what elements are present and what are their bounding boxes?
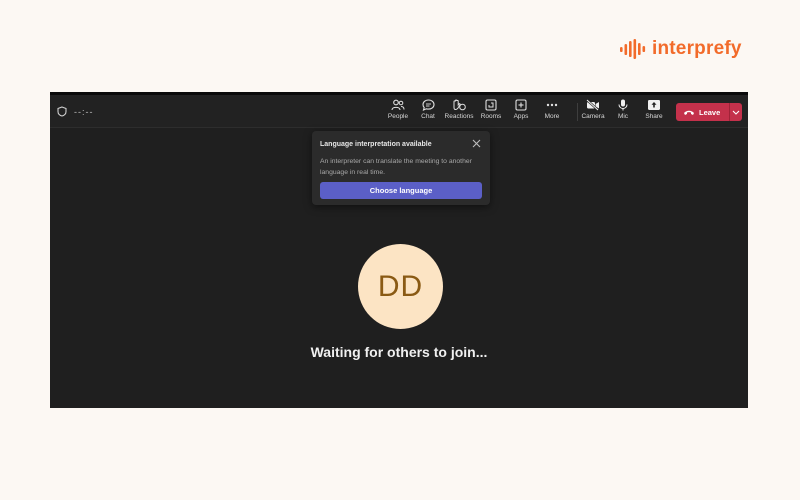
chat-button[interactable]: Chat <box>413 99 443 125</box>
share-icon <box>648 100 660 110</box>
mic-button[interactable]: Mic <box>608 99 638 125</box>
share-label: Share <box>645 113 663 120</box>
popup-description: An interpreter can translate the meeting… <box>320 158 472 176</box>
apps-icon <box>515 99 527 111</box>
avatar: DD <box>358 244 443 329</box>
reactions-button[interactable]: Reactions <box>444 99 474 125</box>
avatar-initials: DD <box>377 269 424 303</box>
language-interpretation-popup: Language interpretation available An int… <box>312 131 490 205</box>
chat-icon <box>421 99 435 111</box>
brand-logo: interprefy <box>620 38 742 60</box>
more-button[interactable]: More <box>537 99 567 125</box>
waiting-status: Waiting for others to join... <box>310 344 488 360</box>
meeting-toolbar: --:-- People Chat Reactions Rooms Apps M… <box>50 95 748 128</box>
popup-title: Language interpretation available <box>320 141 432 148</box>
choose-language-button[interactable]: Choose language <box>320 182 482 199</box>
camera-label: Camera <box>581 113 605 120</box>
leave-main[interactable]: Leave <box>676 103 729 121</box>
phone-hangup-icon <box>684 110 694 115</box>
interprefy-logo-icon <box>620 39 646 59</box>
apps-button[interactable]: Apps <box>506 99 536 125</box>
rooms-icon <box>485 99 497 111</box>
reactions-icon <box>453 99 466 111</box>
more-icon <box>546 103 558 107</box>
rooms-button[interactable]: Rooms <box>476 99 506 125</box>
apps-label: Apps <box>513 113 529 120</box>
chat-label: Chat <box>421 113 435 120</box>
brand-name: interprefy <box>652 38 742 59</box>
meeting-window: --:-- People Chat Reactions Rooms Apps M… <box>50 92 748 408</box>
mic-icon <box>618 99 628 111</box>
share-button[interactable]: Share <box>639 99 669 125</box>
chevron-down-icon <box>732 110 740 115</box>
mic-label: Mic <box>617 113 629 120</box>
reactions-label: Reactions <box>444 113 474 120</box>
camera-button[interactable]: Camera <box>578 99 608 125</box>
leave-options-button[interactable] <box>730 103 742 121</box>
camera-off-icon <box>586 99 599 111</box>
leave-button[interactable]: Leave <box>676 103 742 121</box>
people-label: People <box>387 113 409 120</box>
meeting-timer: --:-- <box>74 107 94 117</box>
people-icon <box>391 99 405 111</box>
rooms-label: Rooms <box>480 113 502 120</box>
shield-icon <box>57 106 67 117</box>
more-label: More <box>544 113 560 120</box>
close-icon[interactable] <box>472 139 481 148</box>
people-button[interactable]: People <box>383 99 413 125</box>
leave-label: Leave <box>699 107 721 117</box>
